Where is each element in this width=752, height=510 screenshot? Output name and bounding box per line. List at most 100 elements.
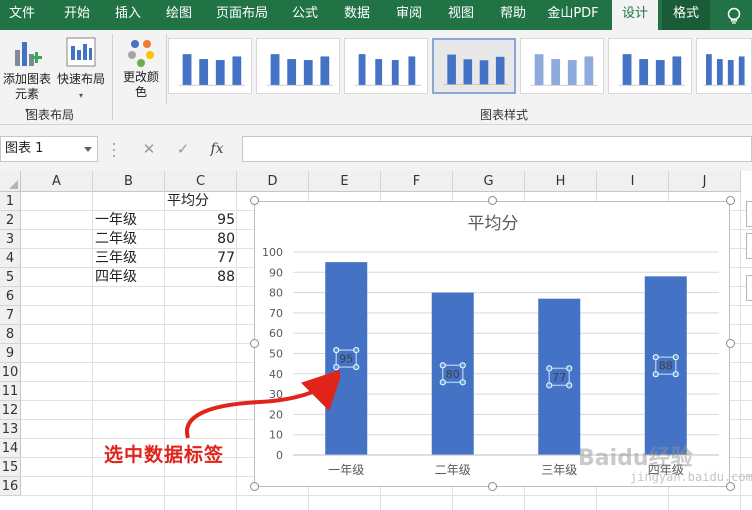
formula-input[interactable] xyxy=(242,136,752,162)
grip-icon[interactable] xyxy=(112,141,116,159)
tab-kingsoft-pdf[interactable]: 金山PDF xyxy=(540,0,606,30)
chart-elements-button[interactable] xyxy=(746,201,752,227)
tab-design[interactable]: 设计 xyxy=(612,0,658,31)
data-label-handle[interactable] xyxy=(353,346,360,354)
row-header-5[interactable]: 5 xyxy=(0,268,21,287)
tab-file[interactable]: 文件 xyxy=(0,0,44,30)
data-label-handle[interactable] xyxy=(459,379,466,386)
data-label-handle[interactable] xyxy=(652,354,659,361)
row-header-3[interactable]: 3 xyxy=(0,230,21,249)
cell-c3[interactable]: 80 xyxy=(167,230,235,249)
data-label-handle[interactable] xyxy=(672,354,679,361)
row-header-2[interactable]: 2 xyxy=(0,211,21,230)
data-label-handle[interactable] xyxy=(459,362,466,369)
data-label-handle[interactable] xyxy=(439,362,446,369)
chart-style-2[interactable] xyxy=(256,38,340,94)
chart-styles-button[interactable] xyxy=(746,233,752,259)
data-label-handle[interactable] xyxy=(333,346,340,354)
cell-c2[interactable]: 95 xyxy=(167,211,235,230)
column-header-b[interactable]: B xyxy=(93,171,165,192)
chart-style-3[interactable] xyxy=(344,38,428,94)
cell-b4[interactable]: 三年级 xyxy=(95,249,163,268)
data-label-handle[interactable] xyxy=(652,371,659,378)
data-label-handle[interactable] xyxy=(546,382,553,389)
column-header-h[interactable]: H xyxy=(525,171,597,192)
row-header-10[interactable]: 10 xyxy=(0,363,21,382)
tab-format[interactable]: 格式 xyxy=(662,0,710,30)
chart-style-5[interactable] xyxy=(520,38,604,94)
data-label[interactable]: 88 xyxy=(659,360,673,373)
tab-draw[interactable]: 绘图 xyxy=(156,0,202,30)
row-header-7[interactable]: 7 xyxy=(0,306,21,325)
annotation-text: 选中数据标签 xyxy=(104,444,225,466)
resize-handle[interactable] xyxy=(726,196,735,205)
data-label-handle[interactable] xyxy=(546,365,553,372)
data-label-handle[interactable] xyxy=(439,379,446,386)
tab-help[interactable]: 帮助 xyxy=(490,0,536,30)
row-header-1[interactable]: 1 xyxy=(0,192,21,211)
annotation-arrow xyxy=(184,368,340,439)
resize-handle[interactable] xyxy=(250,482,259,491)
column-header-d[interactable]: D xyxy=(237,171,309,192)
chart-style-1[interactable] xyxy=(168,38,252,94)
resize-handle[interactable] xyxy=(250,196,259,205)
row-header-16[interactable]: 16 xyxy=(0,477,21,496)
tab-data[interactable]: 数据 xyxy=(334,0,380,30)
chart-style-4[interactable] xyxy=(432,38,516,94)
tab-page-layout[interactable]: 页面布局 xyxy=(208,0,276,30)
cell-b5[interactable]: 四年级 xyxy=(95,268,163,287)
column-header-a[interactable]: A xyxy=(21,171,93,192)
column-header-c[interactable]: C xyxy=(165,171,237,192)
lightbulb-icon[interactable] xyxy=(724,6,744,26)
cell-c1[interactable]: 平均分 xyxy=(167,192,235,211)
row-header-6[interactable]: 6 xyxy=(0,287,21,306)
column-header-f[interactable]: F xyxy=(381,171,453,192)
chevron-down-icon[interactable] xyxy=(84,147,92,152)
tab-formulas[interactable]: 公式 xyxy=(282,0,328,30)
row-header-14[interactable]: 14 xyxy=(0,439,21,458)
resize-handle[interactable] xyxy=(488,196,497,205)
style-preview-bar xyxy=(672,56,682,86)
insert-function-icon[interactable]: fx xyxy=(206,138,228,160)
row-header-4[interactable]: 4 xyxy=(0,249,21,268)
cell-c4[interactable]: 77 xyxy=(167,249,235,268)
resize-handle[interactable] xyxy=(250,339,259,348)
chart-filters-button[interactable] xyxy=(746,275,752,301)
data-label-handle[interactable] xyxy=(672,371,679,378)
resize-handle[interactable] xyxy=(488,482,497,491)
row-header-13[interactable]: 13 xyxy=(0,420,21,439)
data-label-handle[interactable] xyxy=(566,365,573,372)
quick-layout-button[interactable]: 快速布局 ▾ xyxy=(54,36,108,103)
select-all-button[interactable] xyxy=(0,171,21,192)
data-label[interactable]: 80 xyxy=(446,368,460,381)
watermark-logo: Baidu经验 xyxy=(578,446,693,471)
cell-c5[interactable]: 88 xyxy=(167,268,235,287)
data-label[interactable]: 95 xyxy=(339,353,353,366)
column-header-i[interactable]: I xyxy=(597,171,669,192)
row-header-8[interactable]: 8 xyxy=(0,325,21,344)
row-header-11[interactable]: 11 xyxy=(0,382,21,401)
resize-handle[interactable] xyxy=(726,339,735,348)
tab-home[interactable]: 开始 xyxy=(52,0,102,30)
row-header-15[interactable]: 15 xyxy=(0,458,21,477)
data-label-handle[interactable] xyxy=(566,382,573,389)
row-header-12[interactable]: 12 xyxy=(0,401,21,420)
chart-style-7[interactable] xyxy=(696,38,752,94)
column-header-j[interactable]: J xyxy=(669,171,741,192)
chart-title[interactable]: 平均分 xyxy=(468,214,519,234)
change-colors-button[interactable]: 更改颜色 xyxy=(118,36,164,100)
tab-review[interactable]: 审阅 xyxy=(386,0,432,30)
data-label-handle[interactable] xyxy=(353,363,360,371)
name-box[interactable]: 图表 1 xyxy=(0,136,98,162)
check-icon[interactable]: ✓ xyxy=(172,138,194,160)
chart-style-6[interactable] xyxy=(608,38,692,94)
tab-view[interactable]: 视图 xyxy=(438,0,484,30)
column-header-e[interactable]: E xyxy=(309,171,381,192)
close-icon[interactable]: ✕ xyxy=(138,138,160,160)
data-label[interactable]: 77 xyxy=(552,371,566,384)
row-header-9[interactable]: 9 xyxy=(0,344,21,363)
cell-b3[interactable]: 二年级 xyxy=(95,230,163,249)
column-header-g[interactable]: G xyxy=(453,171,525,192)
tab-insert[interactable]: 插入 xyxy=(105,0,151,30)
cell-b2[interactable]: 一年级 xyxy=(95,211,163,230)
